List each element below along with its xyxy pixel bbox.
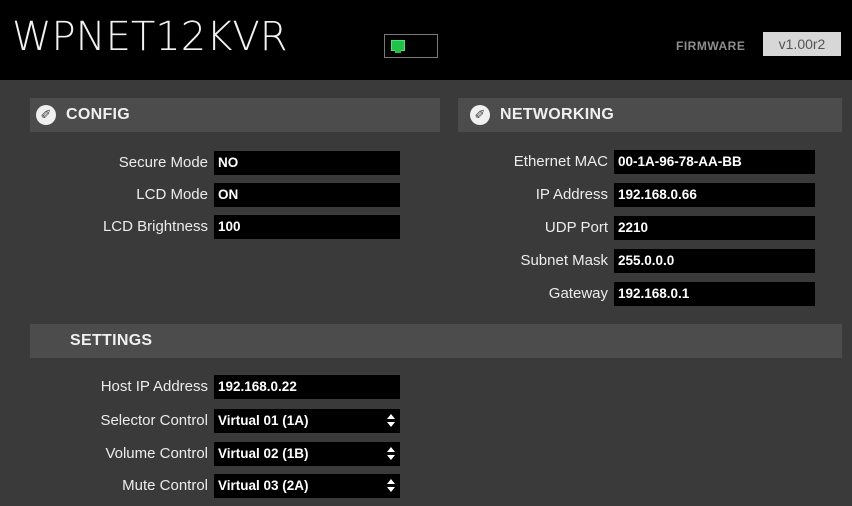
volume-control-value: Virtual 02 (1B) <box>218 446 309 461</box>
settings-section-header: SETTINGS <box>30 324 842 358</box>
ip-address-row: IP Address 192.168.0.66 <box>536 183 815 207</box>
networking-title: NETWORKING <box>500 106 615 123</box>
lcd-brightness-label: LCD Brightness <box>102 218 208 235</box>
volume-control-label: Volume Control <box>105 445 208 462</box>
host-ip-field[interactable]: 192.168.0.22 <box>214 375 400 399</box>
volume-control-row: Volume Control Virtual 02 (1B) <box>105 442 400 466</box>
host-ip-row: Host IP Address 192.168.0.22 <box>101 375 400 399</box>
udp-port-field[interactable]: 2210 <box>614 216 815 240</box>
subnet-mask-row: Subnet Mask 255.0.0.0 <box>520 249 815 273</box>
network-status-icon <box>384 34 438 58</box>
ethernet-mac-field[interactable]: 00-1A-96-78-AA-BB <box>614 150 815 174</box>
secure-mode-row: Secure Mode NO <box>119 151 400 175</box>
selector-control-value: Virtual 01 (1A) <box>218 413 309 428</box>
settings-title: SETTINGS <box>70 332 153 349</box>
volume-control-select[interactable]: Virtual 02 (1B) <box>214 442 400 466</box>
udp-port-label: UDP Port <box>544 219 608 236</box>
header-bar: WPNET12KVR FIRMWARE v1.00r2 <box>0 0 852 80</box>
subnet-mask-field[interactable]: 255.0.0.0 <box>614 249 815 273</box>
host-ip-label: Host IP Address <box>100 378 208 395</box>
select-arrows-icon <box>386 446 396 462</box>
secure-mode-label: Secure Mode <box>118 154 208 171</box>
firmware-label: FIRMWARE <box>676 39 746 53</box>
gateway-label: Gateway <box>548 285 608 302</box>
config-section-header: ✐ CONFIG <box>30 98 440 132</box>
select-arrows-icon <box>386 413 396 429</box>
lcd-brightness-field[interactable]: 100 <box>214 215 400 239</box>
ethernet-mac-label: Ethernet MAC <box>513 153 608 170</box>
ip-address-label: IP Address <box>535 186 608 203</box>
ip-address-field[interactable]: 192.168.0.66 <box>614 183 815 207</box>
select-arrows-icon <box>386 478 396 494</box>
lcd-brightness-row: LCD Brightness 100 <box>103 215 400 239</box>
selector-control-row: Selector Control Virtual 01 (1A) <box>100 409 400 433</box>
status-led <box>391 40 405 53</box>
gateway-field[interactable]: 192.168.0.1 <box>614 282 815 306</box>
mute-control-value: Virtual 03 (2A) <box>218 478 309 493</box>
udp-port-row: UDP Port 2210 <box>545 216 815 240</box>
firmware-version: v1.00r2 <box>763 32 841 56</box>
wrench-icon: ✐ <box>470 105 490 125</box>
mute-control-select[interactable]: Virtual 03 (2A) <box>214 474 400 498</box>
lcd-mode-field[interactable]: ON <box>214 183 400 207</box>
subnet-mask-label: Subnet Mask <box>520 252 608 269</box>
mute-control-row: Mute Control Virtual 03 (2A) <box>122 474 400 498</box>
mute-control-label: Mute Control <box>122 477 208 494</box>
selector-control-select[interactable]: Virtual 01 (1A) <box>214 409 400 433</box>
networking-section-header: ✐ NETWORKING <box>458 98 842 132</box>
lcd-mode-label: LCD Mode <box>136 186 208 203</box>
ethernet-mac-row: Ethernet MAC 00-1A-96-78-AA-BB <box>514 150 815 174</box>
lcd-mode-row: LCD Mode ON <box>136 183 400 207</box>
wrench-icon: ✐ <box>36 105 56 125</box>
gateway-row: Gateway 192.168.0.1 <box>549 282 815 306</box>
device-title: WPNET12KVR <box>12 14 288 60</box>
secure-mode-field[interactable]: NO <box>214 151 400 175</box>
config-title: CONFIG <box>66 106 131 123</box>
selector-control-label: Selector Control <box>100 412 208 429</box>
